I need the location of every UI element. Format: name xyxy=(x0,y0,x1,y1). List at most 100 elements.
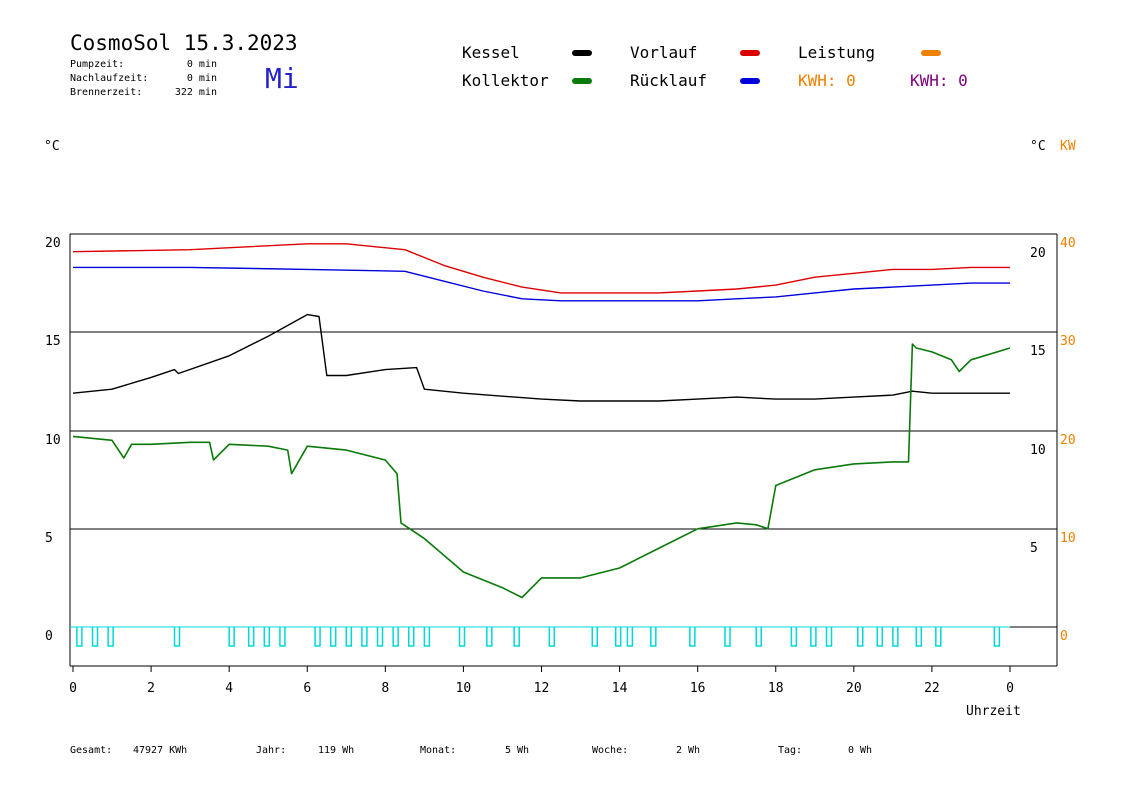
right-axis-unit: °C xyxy=(1030,139,1046,154)
x-ticks: 0 2 4 6 8 10 12 14 16 18 20 22 0 xyxy=(69,666,1014,696)
footer-total-label: Gesamt: xyxy=(70,745,112,756)
y-kw-tick-20: 20 xyxy=(1060,433,1076,448)
legend-kessel-swatch xyxy=(572,50,592,56)
pump-pulse xyxy=(513,627,520,647)
legend-ruecklauf-swatch xyxy=(740,78,760,84)
pump-pulse xyxy=(173,627,181,647)
y-right-tick-20: 20 xyxy=(1030,246,1046,261)
footer-month-label: Monat: xyxy=(420,745,456,756)
y-left-tick-15: 15 xyxy=(45,334,61,349)
legend-leistung-swatch xyxy=(921,50,941,56)
series-line-kessel xyxy=(72,313,1010,402)
y-kw-tick-40: 40 xyxy=(1060,236,1076,251)
y-left-tick-5: 5 xyxy=(45,531,53,546)
pump-pulse xyxy=(614,627,622,647)
after-run-label: Nachlaufzeit: xyxy=(70,73,148,84)
pump-pulse xyxy=(790,627,798,647)
pump-pulse xyxy=(724,627,731,647)
y-right-tick-15: 15 xyxy=(1030,344,1046,359)
pump-pulse xyxy=(76,627,83,647)
pump-pulse xyxy=(314,627,321,647)
pump-pulse xyxy=(107,627,114,647)
legend-kollektor-swatch xyxy=(572,78,592,84)
after-run-value: 0 min xyxy=(187,73,217,84)
pump-pulse xyxy=(408,627,415,647)
pump-pulse xyxy=(915,627,923,647)
footer-day-value: 0 Wh xyxy=(848,745,872,756)
pump-pulse xyxy=(993,627,1001,647)
legend-leistung: Leistung xyxy=(798,43,875,62)
pump-pulse xyxy=(689,627,696,647)
pump-pulse xyxy=(810,627,817,647)
pump-pulse xyxy=(458,627,466,647)
series-lines xyxy=(72,243,1011,599)
series-line-kollektor xyxy=(72,343,1011,599)
pump-pulse xyxy=(423,627,431,647)
pump-pulse xyxy=(228,627,235,647)
x-tick-label: 10 xyxy=(456,681,472,696)
pump-pulse xyxy=(91,627,99,647)
burner-time-value: 322 min xyxy=(175,87,217,98)
pump-pulse xyxy=(361,627,368,647)
legend-kwh-purple: KWH: 0 xyxy=(910,71,968,90)
pump-pulse xyxy=(856,627,864,647)
legend-vorlauf-swatch xyxy=(740,50,760,56)
pump-pulse xyxy=(650,627,657,647)
footer-week-label: Woche: xyxy=(592,745,628,756)
x-tick-label: 18 xyxy=(768,681,784,696)
pump-pulse xyxy=(626,627,634,647)
y-left-tick-10: 10 xyxy=(45,433,61,448)
x-tick-label: 0 xyxy=(1006,681,1014,696)
x-tick-label: 0 xyxy=(69,681,77,696)
footer-week-value: 2 Wh xyxy=(676,745,700,756)
pump-pulse xyxy=(376,627,384,647)
pump-pulse xyxy=(345,627,353,647)
pump-pulse xyxy=(755,627,762,647)
pump-pulse xyxy=(263,627,271,647)
pump-pulse xyxy=(876,627,884,647)
pump-pulse xyxy=(329,627,337,647)
pump-pulse xyxy=(591,627,599,647)
pump-time-value: 0 min xyxy=(187,59,217,70)
pump-pulse xyxy=(892,627,899,647)
chart-title: CosmoSol 15.3.2023 xyxy=(70,31,298,55)
footer-total-value: 47927 KWh xyxy=(133,745,187,756)
y-kw-tick-10: 10 xyxy=(1060,531,1076,546)
x-tick-label: 20 xyxy=(846,681,862,696)
legend-kwh-orange: KWH: 0 xyxy=(798,71,856,90)
x-tick-label: 14 xyxy=(612,681,628,696)
x-tick-label: 4 xyxy=(225,681,233,696)
y-left-tick-0: 0 xyxy=(45,629,53,644)
x-axis-label: Uhrzeit xyxy=(966,704,1021,719)
x-tick-label: 22 xyxy=(924,681,940,696)
pump-pulse xyxy=(486,627,493,647)
y-kw-tick-30: 30 xyxy=(1060,334,1076,349)
right-axis-kw-unit: KW xyxy=(1060,139,1076,154)
day-label: Mi xyxy=(265,62,299,95)
x-tick-label: 2 xyxy=(147,681,155,696)
y-kw-tick-0: 0 xyxy=(1060,629,1068,644)
legend-vorlauf: Vorlauf xyxy=(630,43,697,62)
pump-pulse xyxy=(825,627,833,647)
pump-pulses xyxy=(70,626,1010,647)
x-tick-label: 16 xyxy=(690,681,706,696)
pump-pulse xyxy=(392,627,399,647)
pump-pulse xyxy=(279,627,286,647)
footer-year-value: 119 Wh xyxy=(318,745,354,756)
pump-pulse xyxy=(247,627,255,647)
pump-time-label: Pumpzeit: xyxy=(70,59,124,70)
y-right-tick-10: 10 xyxy=(1030,443,1046,458)
legend-ruecklauf: Rücklauf xyxy=(630,71,707,90)
y-left-tick-20: 20 xyxy=(45,236,61,251)
legend-kessel: Kessel xyxy=(462,43,520,62)
chart-canvas: CosmoSol 15.3.2023 Mi Pumpzeit: 0 min Na… xyxy=(44,31,1076,756)
legend-kollektor: Kollektor xyxy=(462,71,549,90)
x-tick-label: 6 xyxy=(303,681,311,696)
footer-year-label: Jahr: xyxy=(256,745,286,756)
footer-day-label: Tag: xyxy=(778,745,802,756)
x-tick-label: 8 xyxy=(381,681,389,696)
pump-pulse xyxy=(548,627,556,647)
burner-time-label: Brennerzeit: xyxy=(70,87,142,98)
x-tick-label: 12 xyxy=(534,681,550,696)
footer-month-value: 5 Wh xyxy=(505,745,529,756)
